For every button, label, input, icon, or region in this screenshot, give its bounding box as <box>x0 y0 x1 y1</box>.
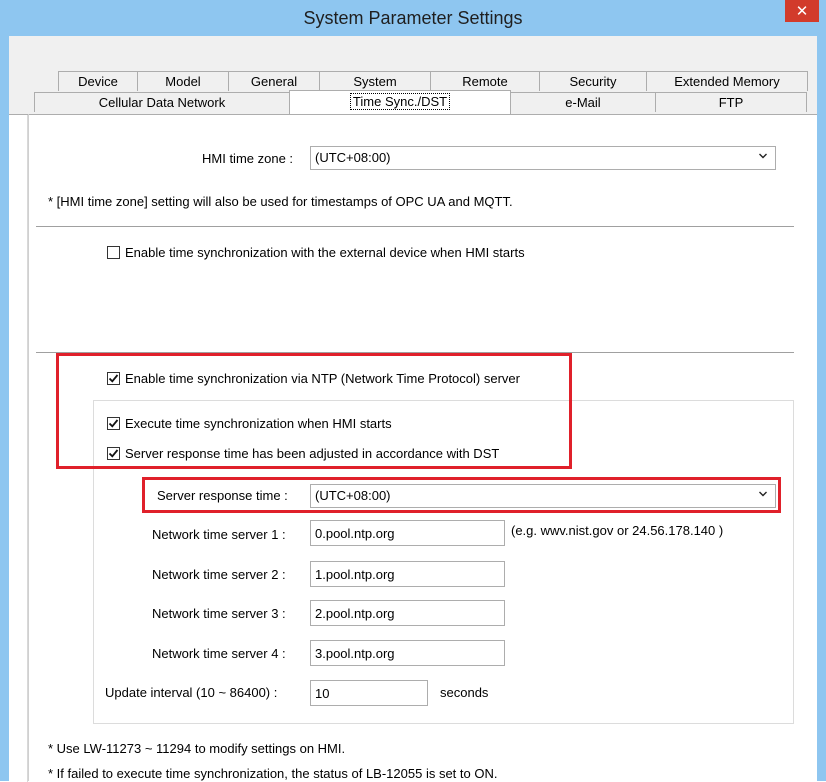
checkmark-icon <box>108 419 119 428</box>
tab-label: Device <box>78 74 118 89</box>
window-title: System Parameter Settings <box>303 8 523 28</box>
tab-label: General <box>250 74 298 89</box>
external-sync-checkbox[interactable] <box>107 246 120 259</box>
server-example-hint: (e.g. wwv.nist.gov or 24.56.178.140 ) <box>511 523 724 538</box>
title-bar[interactable]: System Parameter Settings ✕ <box>0 0 826 36</box>
footnote-lb: * If failed to execute time synchronizat… <box>48 766 498 781</box>
tab-system[interactable]: System <box>319 71 431 91</box>
server-3-value: 2.pool.ntp.org <box>315 606 395 621</box>
tab-email[interactable]: e-Mail <box>510 92 656 112</box>
server-1-value: 0.pool.ntp.org <box>315 526 395 541</box>
server-2-value: 1.pool.ntp.org <box>315 567 395 582</box>
checkmark-icon <box>108 449 119 458</box>
tab-remote[interactable]: Remote <box>430 71 540 91</box>
tab-label: Remote <box>462 74 508 89</box>
tab-extended-memory[interactable]: Extended Memory <box>646 71 808 91</box>
server-4-value: 3.pool.ntp.org <box>315 646 395 661</box>
external-sync-label: Enable time synchronization with the ext… <box>125 245 525 260</box>
response-time-value: (UTC+08:00) <box>315 488 391 503</box>
close-button[interactable]: ✕ <box>785 0 819 22</box>
tab-label: Model <box>165 74 201 89</box>
checkmark-icon <box>108 374 119 383</box>
server-1-input[interactable]: 0.pool.ntp.org <box>310 520 505 546</box>
footnote-lw: * Use LW-11273 ~ 11294 to modify setting… <box>48 741 346 756</box>
response-time-label: Server response time : <box>157 488 288 503</box>
dst-adjust-checkbox[interactable] <box>107 447 120 460</box>
dst-adjust-label: Server response time has been adjusted i… <box>125 446 500 461</box>
ntp-enable-label: Enable time synchronization via NTP (Net… <box>125 371 520 386</box>
tab-label: e-Mail <box>565 95 601 110</box>
chevron-down-icon <box>759 153 767 159</box>
tab-label: Time Sync./DST <box>349 93 451 110</box>
server-1-label: Network time server 1 : <box>152 527 286 542</box>
tab-time-sync-dst[interactable]: Time Sync./DST <box>289 90 511 114</box>
separator <box>36 226 794 227</box>
tab-label: FTP <box>718 95 744 110</box>
hmi-time-zone-select[interactable]: (UTC+08:00) <box>310 146 776 170</box>
tab-ftp[interactable]: FTP <box>655 92 807 112</box>
tab-security[interactable]: Security <box>539 71 647 91</box>
server-3-label: Network time server 3 : <box>152 606 286 621</box>
tab-general[interactable]: General <box>228 71 320 91</box>
tab-label: System <box>353 74 397 89</box>
server-2-input[interactable]: 1.pool.ntp.org <box>310 561 505 587</box>
response-time-select[interactable]: (UTC+08:00) <box>310 484 776 508</box>
server-3-input[interactable]: 2.pool.ntp.org <box>310 600 505 626</box>
update-interval-label: Update interval (10 ~ 86400) : <box>105 685 278 700</box>
server-2-label: Network time server 2 : <box>152 567 286 582</box>
ntp-enable-checkbox[interactable] <box>107 372 120 385</box>
update-interval-unit: seconds <box>440 685 489 700</box>
tab-model[interactable]: Model <box>137 71 229 91</box>
update-interval-value: 10 <box>315 686 330 701</box>
tab-label: Cellular Data Network <box>98 95 226 110</box>
timestamps-note: * [HMI time zone] setting will also be u… <box>48 194 513 209</box>
update-interval-input[interactable]: 10 <box>310 680 428 706</box>
panel-inner-border <box>28 114 29 781</box>
hmi-time-zone-value: (UTC+08:00) <box>315 150 391 165</box>
tab-label: Security <box>569 74 617 89</box>
tab-label: Extended Memory <box>674 74 780 89</box>
exec-sync-label: Execute time synchronization when HMI st… <box>125 416 392 431</box>
tab-cellular-data-network[interactable]: Cellular Data Network <box>34 92 290 112</box>
server-4-label: Network time server 4 : <box>152 646 286 661</box>
server-4-input[interactable]: 3.pool.ntp.org <box>310 640 505 666</box>
chevron-down-icon <box>759 491 767 497</box>
tab-device[interactable]: Device <box>58 71 138 91</box>
exec-sync-checkbox[interactable] <box>107 417 120 430</box>
hmi-time-zone-label: HMI time zone : <box>202 151 294 166</box>
